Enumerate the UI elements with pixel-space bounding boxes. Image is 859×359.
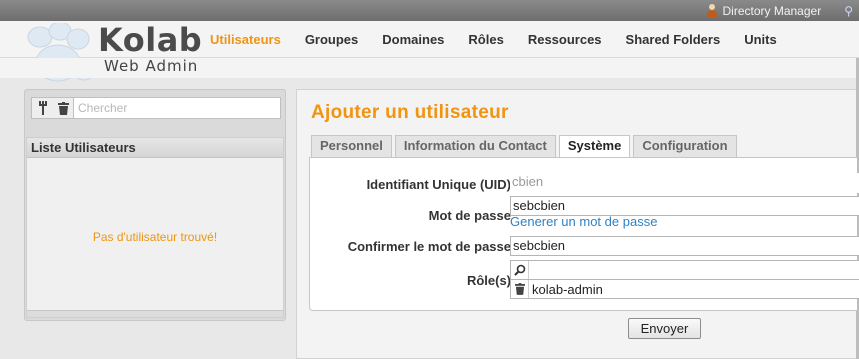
nav-item-shared-folders[interactable]: Shared Folders [614,32,733,47]
nav-item-domaines[interactable]: Domaines [370,32,456,47]
roles-search[interactable] [510,260,859,280]
nav-item-units[interactable]: Units [732,32,789,47]
user-name[interactable]: Directory Manager [723,4,822,18]
password-field[interactable]: sebcbien [510,196,859,216]
system-form: Identifiant Unique (UID) cbien Mot de pa… [309,157,859,311]
plugin-icon[interactable]: ⚲ [844,4,853,18]
uid-label: Identifiant Unique (UID) [366,177,511,192]
empty-list-message: Pas d'utilisateur trouvé! [92,230,218,244]
confirm-password-field[interactable]: sebcbien [510,236,859,256]
brand-name: Kolab [98,21,203,59]
trash-icon[interactable] [511,280,529,298]
roles-label: Rôle(s) [466,273,511,288]
password-label: Mot de passe [428,208,511,223]
user-list-panel: Liste Utilisateurs Pas d'utilisateur tro… [24,89,286,321]
tab-personnel[interactable]: Personnel [311,135,392,157]
nav-item-utilisateurs[interactable]: Utilisateurs [204,32,293,47]
tab-configuration[interactable]: Configuration [633,135,737,157]
add-user-panel: Ajouter un utilisateur Personnel Informa… [296,89,859,359]
brand-subtitle: Web Admin [104,57,199,75]
tools-icon[interactable] [37,101,49,115]
search-tools [32,98,74,118]
top-bar: Directory Manager ⚲ [0,0,859,21]
user-list: Liste Utilisateurs Pas d'utilisateur tro… [26,137,284,318]
page-title: Ajouter un utilisateur [311,102,509,123]
user-icon [706,3,718,18]
search-box [31,97,281,119]
generate-password-link[interactable]: Generer un mot de passe [510,214,657,229]
submit-button[interactable]: Envoyer [628,318,701,339]
search-input[interactable] [74,101,280,115]
trash-icon[interactable] [57,101,69,115]
tab-contact[interactable]: Information du Contact [394,135,556,157]
main-nav: Utilisateurs Groupes Domaines Rôles Ress… [204,21,789,58]
nav-item-ressources[interactable]: Ressources [516,32,614,47]
nav-item-groupes[interactable]: Groupes [293,32,370,47]
confirm-password-label: Confirmer le mot de passe [347,239,511,254]
form-tabs: Personnel Information du Contact Système… [311,135,740,158]
user-list-footer [27,310,283,317]
tab-systeme[interactable]: Système [558,135,631,158]
uid-field: cbien [510,173,859,193]
role-name: kolab-admin [532,281,603,297]
nav-item-roles[interactable]: Rôles [456,32,515,47]
user-area: Directory Manager ⚲ [706,0,853,21]
user-list-title: Liste Utilisateurs [27,138,283,158]
search-icon [511,261,529,279]
role-item: kolab-admin [510,279,859,299]
